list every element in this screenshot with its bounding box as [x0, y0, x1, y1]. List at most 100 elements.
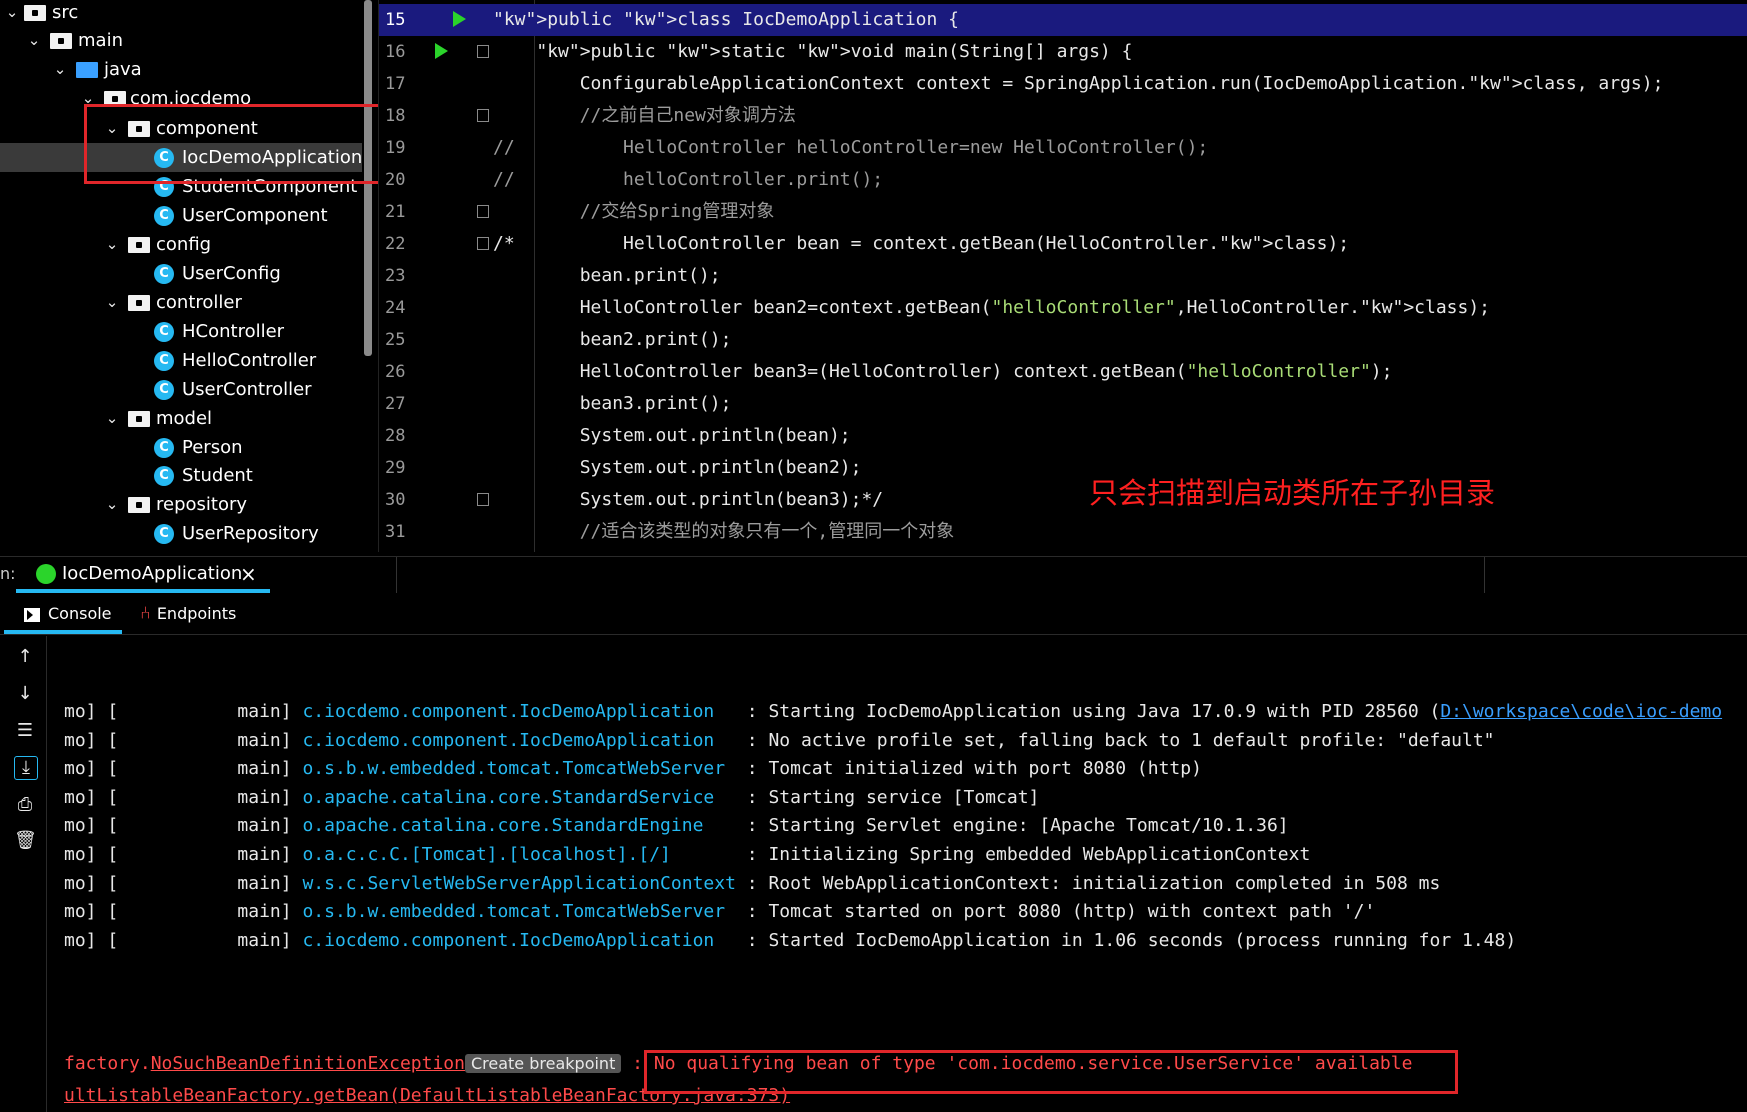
- class-icon: C: [154, 438, 174, 458]
- fold-icon[interactable]: [477, 237, 489, 250]
- class-icon: C: [154, 206, 174, 226]
- code-line[interactable]: 24 HelloController bean2=context.getBean…: [379, 292, 1747, 324]
- logger-name[interactable]: o.s.b.w.embedded.tomcat.TomcatWebServer: [302, 758, 735, 779]
- tree-item[interactable]: C Person: [0, 433, 362, 462]
- line-number: 23: [385, 266, 406, 286]
- log-prefix: mo] [: [64, 815, 119, 837]
- tab-console[interactable]: Console: [24, 594, 112, 634]
- tree-item[interactable]: ⌄ repository: [0, 490, 362, 519]
- code-line[interactable]: 30 System.out.println(bean3);*/: [379, 484, 1747, 516]
- log-message: : Starting IocDemoApplication using Java…: [746, 701, 1441, 722]
- tree-item[interactable]: ⌄ main: [0, 26, 362, 55]
- logger-name[interactable]: c.iocdemo.component.IocDemoApplication: [302, 730, 735, 751]
- code-line[interactable]: 22 /* HelloController bean = context.getB…: [379, 228, 1747, 260]
- console-output[interactable]: mo] [ main] c.iocdemo.component.IocDemoA…: [48, 636, 1747, 1112]
- fold-icon[interactable]: [477, 109, 489, 122]
- project-tree: ⌄ src ⌄ main ⌄ java ⌄ com.iocdemo ⌄ component C Ioc…: [0, 0, 378, 552]
- chevron-down-icon[interactable]: ⌄: [4, 0, 20, 27]
- console-toolbar: ↑ ↓ ☰ ⤓ ⎙ 🗑: [0, 636, 47, 1112]
- console-line: mo] [ main] o.s.b.w.embedded.tomcat.Tomc…: [64, 753, 1202, 785]
- soft-wrap-icon[interactable]: ☰: [14, 720, 36, 742]
- logger-name[interactable]: o.apache.catalina.core.StandardService: [302, 787, 735, 808]
- logger-name[interactable]: c.iocdemo.component.IocDemoApplication: [302, 930, 735, 951]
- scroll-to-end-icon[interactable]: ⤓: [14, 756, 38, 780]
- logger-name[interactable]: c.iocdemo.component.IocDemoApplication: [302, 701, 735, 722]
- create-breakpoint-button[interactable]: Create breakpoint: [464, 1054, 622, 1073]
- line-number: 19: [385, 138, 406, 158]
- tree-item[interactable]: C UserComponent: [0, 201, 362, 230]
- log-prefix: mo] [: [64, 929, 119, 951]
- code-editor[interactable]: 15 "kw">public "kw">class IocDemoApplicat…: [378, 0, 1747, 552]
- log-message: : Tomcat started on port 8080 (http) wit…: [746, 901, 1376, 923]
- code-text: System.out.println(bean);: [493, 425, 851, 446]
- fold-icon[interactable]: [477, 45, 489, 58]
- chevron-down-icon[interactable]: ⌄: [52, 55, 68, 84]
- path-link[interactable]: D:\workspace\code\ioc-demo: [1440, 701, 1722, 722]
- console-line: mo] [ main] c.iocdemo.component.IocDemoA…: [64, 925, 1516, 957]
- tree-item-label: UserController: [182, 379, 312, 400]
- chevron-down-icon[interactable]: ⌄: [104, 230, 120, 259]
- log-thread: main]: [237, 701, 292, 722]
- code-line[interactable]: 18 //之前自己new对象调方法: [379, 100, 1747, 132]
- fold-icon[interactable]: [477, 493, 489, 506]
- spring-run-icon: [36, 564, 56, 584]
- tree-item[interactable]: C UserConfig: [0, 259, 362, 288]
- run-gutter-icon[interactable]: [435, 43, 448, 59]
- fold-icon[interactable]: [477, 205, 489, 218]
- log-prefix: mo] [: [64, 844, 119, 865]
- close-icon[interactable]: ×: [240, 557, 257, 591]
- code-line[interactable]: 27 bean3.print();: [379, 388, 1747, 420]
- run-gutter-icon[interactable]: [453, 11, 466, 27]
- code-line[interactable]: 28 System.out.println(bean);: [379, 420, 1747, 452]
- tree-item[interactable]: ⌄ java: [0, 55, 362, 84]
- package-icon: [128, 411, 150, 427]
- tree-item[interactable]: ⌄ config: [0, 230, 362, 259]
- code-line[interactable]: 26 HelloController bean3=(HelloControlle…: [379, 356, 1747, 388]
- tree-item-label: UserRepository: [182, 523, 319, 544]
- chevron-down-icon[interactable]: ⌄: [26, 26, 42, 55]
- code-line[interactable]: 15 "kw">public "kw">class IocDemoApplicat…: [379, 4, 1747, 36]
- code-line[interactable]: 25 bean2.print();: [379, 324, 1747, 356]
- console-tabs: Console ⑃ Endpoints: [0, 594, 1747, 635]
- logger-name[interactable]: o.a.c.c.C.[Tomcat].[localhost].[/]: [302, 844, 735, 865]
- tab-endpoints[interactable]: ⑃ Endpoints: [140, 594, 236, 634]
- tree-item[interactable]: C HelloController: [0, 346, 362, 375]
- tree-item-label: HelloController: [182, 350, 317, 371]
- arrow-up-icon[interactable]: ↑: [14, 646, 36, 668]
- code-line[interactable]: 23 bean.print();: [379, 260, 1747, 292]
- code-line[interactable]: 20 // helloController.print();: [379, 164, 1747, 196]
- code-line[interactable]: 16 "kw">public "kw">static "kw">void mai…: [379, 36, 1747, 68]
- code-line[interactable]: 31 //适合该类型的对象只有一个,管理同一个对象: [379, 516, 1747, 548]
- code-line[interactable]: 19 // HelloController helloController=new…: [379, 132, 1747, 164]
- run-tab-label: IocDemoApplication: [62, 563, 243, 584]
- print-icon[interactable]: ⎙: [14, 794, 36, 816]
- chevron-down-icon[interactable]: ⌄: [104, 490, 120, 519]
- arrow-down-icon[interactable]: ↓: [14, 683, 36, 705]
- tree-item[interactable]: C Student: [0, 461, 362, 490]
- tree-item[interactable]: C UserRepository: [0, 519, 362, 548]
- chevron-down-icon[interactable]: ⌄: [104, 288, 120, 317]
- tree-item[interactable]: ⌄ model: [0, 404, 362, 433]
- class-icon: C: [154, 351, 174, 371]
- tree-item[interactable]: ⌄ src: [0, 0, 362, 27]
- tree-item[interactable]: C UserController: [0, 375, 362, 404]
- code-text: // HelloController helloController=new H…: [493, 137, 1209, 158]
- line-number: 16: [385, 42, 406, 62]
- logger-name[interactable]: o.s.b.w.embedded.tomcat.TomcatWebServer: [302, 901, 735, 922]
- tree-item[interactable]: C HController: [0, 317, 362, 346]
- log-message: : Started IocDemoApplication in 1.06 sec…: [746, 929, 1517, 951]
- code-line[interactable]: 17 ConfigurableApplicationContext contex…: [379, 68, 1747, 100]
- logger-name[interactable]: o.apache.catalina.core.StandardEngine: [302, 815, 735, 836]
- logger-name[interactable]: w.s.c.ServletWebServerApplicationContext: [302, 873, 735, 894]
- chevron-down-icon[interactable]: ⌄: [104, 404, 120, 433]
- code-line[interactable]: 29 System.out.println(bean2);: [379, 452, 1747, 484]
- tree-item[interactable]: ⌄ controller: [0, 288, 362, 317]
- code-line[interactable]: 21 //交给Spring管理对象: [379, 196, 1747, 228]
- console-line: mo] [ main] o.apache.catalina.core.Stand…: [64, 782, 1039, 814]
- trash-icon[interactable]: 🗑: [14, 830, 37, 852]
- tree-item-label: HController: [182, 321, 285, 342]
- exception-link[interactable]: NoSuchBeanDefinitionException: [151, 1053, 465, 1074]
